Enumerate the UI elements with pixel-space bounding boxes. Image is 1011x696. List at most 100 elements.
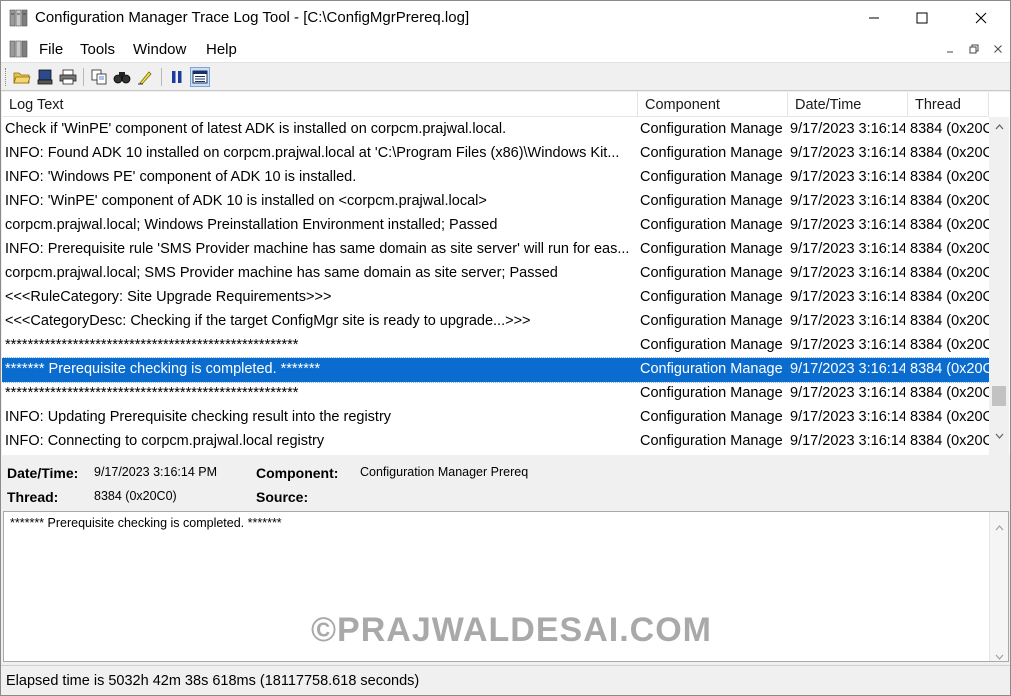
document-icon[interactable] [9,39,29,59]
log-row[interactable]: <<<RuleCategory: Site Upgrade Requiremen… [2,286,989,310]
print-icon[interactable] [58,67,78,87]
scroll-up-arrow-icon[interactable] [995,518,1004,536]
thread-cell: 8384 (0x20C0) [910,313,989,329]
menu-tools[interactable]: Tools [80,41,115,58]
scroll-up-arrow-icon[interactable] [989,117,1009,137]
datetime-cell: 9/17/2023 3:16:14 [790,385,905,401]
datetime-cell: 9/17/2023 3:16:14 [790,361,905,377]
close-button[interactable] [958,1,1004,35]
close-icon [975,12,987,24]
thread-cell: 8384 (0x20C0) [910,433,989,449]
component-cell: Configuration Manage [640,289,783,305]
copy-icon[interactable] [89,67,109,87]
child-restore-button[interactable] [965,40,983,58]
maximize-button[interactable] [899,1,945,35]
filter-icon[interactable] [190,67,210,87]
log-row[interactable]: INFO: Connecting to corpcm.prajwal.local… [2,430,989,454]
datetime-cell: 9/17/2023 3:16:14 [790,169,905,185]
title-bar[interactable]: Configuration Manager Trace Log Tool - [… [1,1,1010,35]
log-text-cell: corpcm.prajwal.local; SMS Provider machi… [5,265,558,281]
log-row[interactable]: INFO: Prerequisite rule 'SMS Provider ma… [2,238,989,262]
log-text-cell: INFO: Connecting to corpcm.prajwal.local… [5,433,325,449]
print-preview-icon[interactable] [35,67,55,87]
menu-help[interactable]: Help [206,41,237,58]
child-minimize-button[interactable] [941,40,959,58]
thread-cell: 8384 (0x20C0) [910,289,989,305]
toolbar-separator [161,68,162,86]
menu-window[interactable]: Window [133,41,186,58]
restore-icon [969,44,979,54]
log-text-cell: corpcm.prajwal.local; Windows Preinstall… [5,217,498,233]
column-header-component[interactable]: Component [638,92,788,117]
log-text-cell: INFO: Updating Prerequisite checking res… [5,409,392,425]
log-row[interactable]: INFO: Updating Prerequisite checking res… [2,406,989,430]
log-text-cell: Check if 'WinPE' component of latest ADK… [5,121,507,137]
component-cell: Configuration Manage [640,313,783,329]
log-row[interactable]: INFO: 'WinPE' component of ADK 10 is ins… [2,190,989,214]
message-text[interactable]: ******* Prerequisite checking is complet… [10,516,282,530]
datetime-cell: 9/17/2023 3:16:14 [790,217,905,233]
log-row[interactable]: INFO: 'Windows PE' component of ADK 10 i… [2,166,989,190]
toolbar-grip[interactable] [5,68,8,86]
child-close-button[interactable] [989,40,1007,58]
component-cell: Configuration Manage [640,121,783,137]
log-row[interactable]: <<<CategoryDesc: Checking if the target … [2,310,989,334]
log-row[interactable]: ****************************************… [2,382,989,406]
status-text: Elapsed time is 5032h 42m 38s 618ms (181… [6,673,420,689]
thread-label: Thread: [7,489,59,505]
app-icon [9,8,29,28]
log-row[interactable]: INFO: Found ADK 10 installed on corpcm.p… [2,142,989,166]
log-text-cell: ****************************************… [5,337,299,353]
find-icon[interactable] [112,67,132,87]
column-header-log-text[interactable]: Log Text [2,92,638,117]
log-row[interactable]: corpcm.prajwal.local; SMS Provider machi… [2,262,989,286]
scroll-down-arrow-icon[interactable] [989,426,1009,446]
minimize-button[interactable] [851,1,897,35]
menu-file[interactable]: File [39,41,63,58]
source-label: Source: [256,489,309,505]
log-row-selected[interactable]: ******* Prerequisite checking is complet… [2,357,990,383]
thread-cell: 8384 (0x20C0) [910,241,989,257]
thread-cell: 8384 (0x20C0) [910,217,989,233]
log-row[interactable]: ****************************************… [2,334,989,358]
datetime-cell: 9/17/2023 3:16:14 [790,409,905,425]
pause-icon[interactable] [167,67,187,87]
log-list[interactable]: Log Text Component Date/Time Thread Chec… [2,92,1010,455]
log-row[interactable]: corpcm.prajwal.local; Windows Preinstall… [2,214,989,238]
thread-cell: 8384 (0x20C0) [910,337,989,353]
component-cell: Configuration Manage [640,385,783,401]
component-cell: Configuration Manage [640,265,783,281]
thread-cell: 8384 (0x20C0) [910,145,989,161]
open-icon[interactable] [12,67,32,87]
toolbar [1,63,1010,91]
datetime-cell: 9/17/2023 3:16:14 [790,241,905,257]
component-cell: Configuration Manage [640,169,783,185]
trace-log-window: Configuration Manager Trace Log Tool - [… [0,0,1011,696]
log-row[interactable]: Check if 'WinPE' component of latest ADK… [2,118,989,142]
component-value: Configuration Manager Prereq [360,465,529,479]
datetime-cell: 9/17/2023 3:16:14 [790,145,905,161]
highlight-icon[interactable] [135,67,155,87]
log-text-cell: INFO: Found ADK 10 installed on corpcm.p… [5,145,620,161]
scroll-down-arrow-icon[interactable] [995,647,1004,665]
message-scrollbar[interactable] [989,512,1008,661]
log-text-cell: <<<RuleCategory: Site Upgrade Requiremen… [5,289,332,305]
log-list-scrollbar[interactable] [989,117,1009,455]
component-cell: Configuration Manage [640,433,783,449]
log-rows: Check if 'WinPE' component of latest ADK… [2,118,990,454]
minimize-icon [947,51,953,53]
close-icon [994,45,1002,53]
component-cell: Configuration Manage [640,337,783,353]
minimize-icon [869,17,879,19]
details-panel: Date/Time: 9/17/2023 3:16:14 PM Componen… [2,455,1010,511]
thread-cell: 8384 (0x20C0) [910,193,989,209]
component-cell: Configuration Manage [640,241,783,257]
component-cell: Configuration Manage [640,361,783,377]
column-header-thread[interactable]: Thread [908,92,989,117]
datetime-value: 9/17/2023 3:16:14 PM [94,465,218,479]
scroll-thumb[interactable] [992,386,1006,406]
datetime-label: Date/Time: [7,465,79,481]
column-header-datetime[interactable]: Date/Time [788,92,908,117]
datetime-cell: 9/17/2023 3:16:14 [790,313,905,329]
datetime-cell: 9/17/2023 3:16:14 [790,433,905,449]
